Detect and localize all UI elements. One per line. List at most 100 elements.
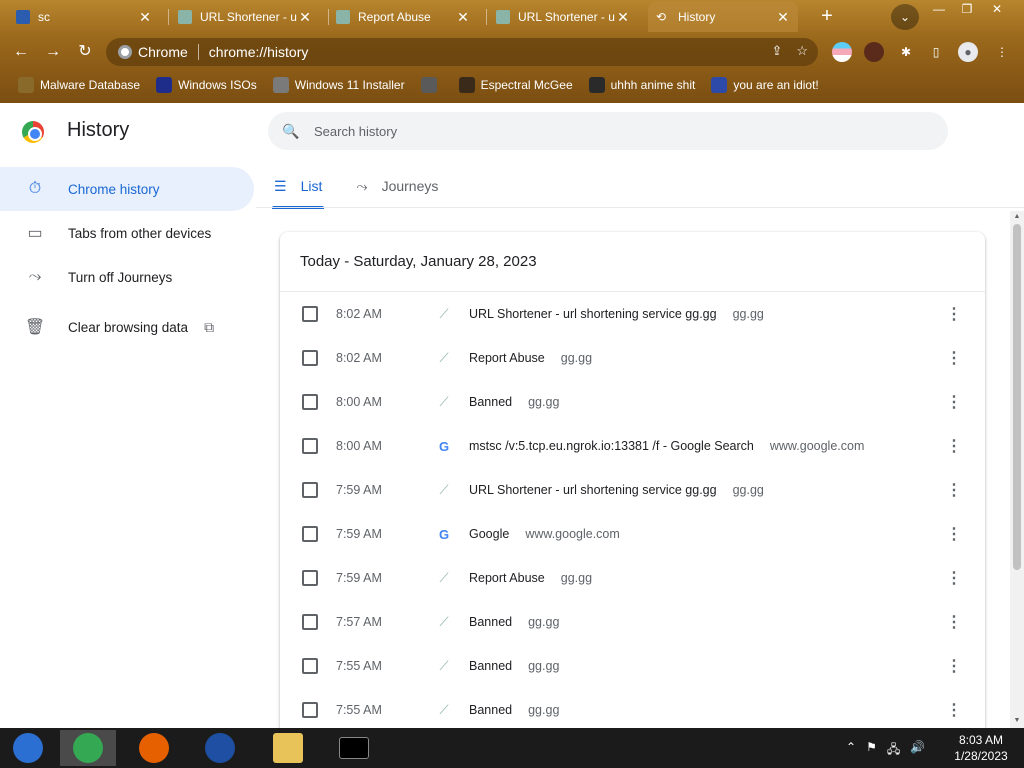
history-row[interactable]: 8:02 AM ⟋ URL Shortener - url shortening s… [280,292,985,336]
sidebar-item-label: Clear browsing data [68,319,189,335]
more-actions-icon[interactable]: ⋮ [946,304,962,324]
minimize-button[interactable]: — [924,0,954,18]
more-actions-icon[interactable]: ⋮ [946,480,962,500]
more-actions-icon[interactable]: ⋮ [946,392,962,412]
taskbar-app-button[interactable] [126,730,182,766]
volume-icon[interactable]: 🔊 [910,740,925,761]
taskbar-app-button[interactable] [192,730,248,766]
reload-button[interactable]: ↻ [72,40,98,64]
browser-tab[interactable]: URL Shortener - u ✕ [170,2,320,32]
row-checkbox[interactable] [302,702,318,718]
share-icon[interactable]: ⇪ [771,43,782,59]
more-actions-icon[interactable]: ⋮ [946,612,962,632]
chrome-menu-icon[interactable]: ⋮ [992,42,1012,62]
history-row[interactable]: 8:02 AM ⟋ Report Abuse gg.gg ⋮ [280,336,985,380]
bookmark-item[interactable]: Windows ISOs [156,77,257,93]
history-row[interactable]: 7:57 AM ⟋ Banned gg.gg ⋮ [280,600,985,644]
side-panel-icon[interactable]: ▯ [926,42,946,62]
more-actions-icon[interactable]: ⋮ [946,348,962,368]
tab-close-icon[interactable]: ✕ [138,9,152,26]
tab-close-icon[interactable]: ✕ [298,9,312,26]
taskbar-app-button[interactable] [60,730,116,766]
row-checkbox[interactable] [302,526,318,542]
history-row[interactable]: 7:59 AM ⟋ URL Shortener - url shortening s… [280,468,985,512]
row-checkbox[interactable] [302,570,318,586]
history-row[interactable]: 8:00 AM Gmstsc /v:5.tcp.eu.ngrok.io:13381… [280,424,985,468]
bookmark-item[interactable]: Espectral McGee [458,77,573,93]
more-actions-icon[interactable]: ⋮ [946,656,962,676]
profile-avatar-icon[interactable]: ● [958,42,978,62]
history-entry-link[interactable]: Google www.google.com [469,527,620,541]
maximize-button[interactable]: ❐ [952,0,982,18]
profile-flag-icon[interactable] [832,42,852,62]
extensions-puzzle-icon[interactable]: ✱ [896,42,916,62]
more-actions-icon[interactable]: ⋮ [946,568,962,588]
forward-button[interactable]: → [40,40,66,64]
history-entry-link[interactable]: Banned gg.gg [469,395,559,409]
bookmark-item[interactable]: uhhh anime shit [588,77,695,93]
window-close-button[interactable]: ✕ [982,0,1012,18]
browser-tab[interactable]: URL Shortener - u ✕ [488,2,638,32]
row-checkbox[interactable] [302,306,318,322]
row-checkbox[interactable] [302,438,318,454]
omnibox[interactable]: Chrome chrome://history ⇪ ☆ [106,38,818,66]
tab-list[interactable]: ☰ List [272,165,325,209]
bookmark-item[interactable]: you are an idiot! [711,77,819,93]
bookmark-item[interactable] [420,77,443,93]
history-entry-link[interactable]: Report Abuse gg.gg [469,351,592,365]
omnibox-url[interactable]: chrome://history [209,44,309,60]
scrollbar[interactable]: ▲ ▼ [1010,211,1024,728]
row-checkbox[interactable] [302,482,318,498]
more-actions-icon[interactable]: ⋮ [946,700,962,720]
row-checkbox[interactable] [302,350,318,366]
history-row[interactable]: 7:59 AM G Google www.google.com ⋮ [280,512,985,556]
site-info-chip[interactable]: Chrome [118,44,188,60]
tab-close-icon[interactable]: ✕ [776,9,790,26]
history-entry-link[interactable]: Banned gg.gg [469,703,559,717]
row-checkbox[interactable] [302,614,318,630]
back-button[interactable]: ← [8,40,34,64]
more-actions-icon[interactable]: ⋮ [946,524,962,544]
scroll-down-arrow[interactable]: ▼ [1012,717,1022,724]
history-row[interactable]: 7:59 AM ⟋ Report Abuse gg.gg ⋮ [280,556,985,600]
new-tab-button[interactable]: + [814,5,840,29]
tab-close-icon[interactable]: ✕ [456,9,470,26]
bookmark-item[interactable]: Windows 11 Installer [272,77,405,93]
history-row[interactable]: 8:00 AM ⟋ Banned gg.gg ⋮ [280,380,985,424]
network-icon[interactable]: 🖧 [887,740,900,761]
scroll-up-arrow[interactable]: ▲ [1012,213,1022,220]
more-actions-icon[interactable]: ⋮ [946,436,962,456]
sidebar-item-clear-browsing-data[interactable]: 🗑 Clear browsing data ⧉ [0,305,256,349]
bookmark-item[interactable]: Malware Database [18,77,140,93]
row-checkbox[interactable] [302,394,318,410]
show-hidden-icons-icon[interactable]: ⌃ [846,740,856,761]
taskbar-app-button[interactable] [0,730,56,766]
scrollbar-thumb[interactable] [1013,224,1021,570]
taskbar-app-button[interactable] [260,730,316,766]
clock[interactable]: 8:03 AM 1/28/2023 [946,732,1016,764]
tab-search-button[interactable]: ⌄ [891,4,919,30]
history-entry-link[interactable]: URL Shortener - url shortening service g… [469,307,764,321]
history-entry-link[interactable]: URL Shortener - url shortening service g… [469,483,764,497]
browser-tab[interactable]: sc ✕ [8,2,160,32]
browser-tab[interactable]: Report Abuse ✕ [328,2,478,32]
bookmark-star-icon[interactable]: ☆ [796,43,808,59]
browser-tab[interactable]: ⟲ History ✕ [648,2,798,32]
sidebar-item-tabs-from-other-devices[interactable]: ▭ Tabs from other devices [0,211,256,255]
history-row[interactable]: 7:55 AM ⟋ Banned gg.gg ⋮ [280,688,985,732]
action-center-flag-icon[interactable]: ⚑ [866,740,877,761]
sidebar-item-turn-off-journeys[interactable]: ⤳ Turn off Journeys [0,255,256,299]
tab-close-icon[interactable]: ✕ [616,9,630,26]
history-entry-link[interactable]: mstsc /v:5.tcp.eu.ngrok.io:13381 /f - Go… [469,439,864,453]
tab-journeys[interactable]: ⤳ Journeys [354,165,440,207]
extension-avatar-icon[interactable] [864,42,884,62]
history-entry-link[interactable]: Report Abuse gg.gg [469,571,592,585]
history-entry-link[interactable]: Banned gg.gg [469,615,559,629]
bookmark-label: Espectral McGee [480,78,573,92]
history-row[interactable]: 7:55 AM ⟋ Banned gg.gg ⋮ [280,644,985,688]
history-entry-link[interactable]: Banned gg.gg [469,659,559,673]
row-checkbox[interactable] [302,658,318,674]
search-history-input[interactable]: 🔍 Search history [268,112,948,150]
sidebar-item-chrome-history[interactable]: ⏱ Chrome history [0,167,254,211]
taskbar-app-button[interactable] [326,730,382,766]
